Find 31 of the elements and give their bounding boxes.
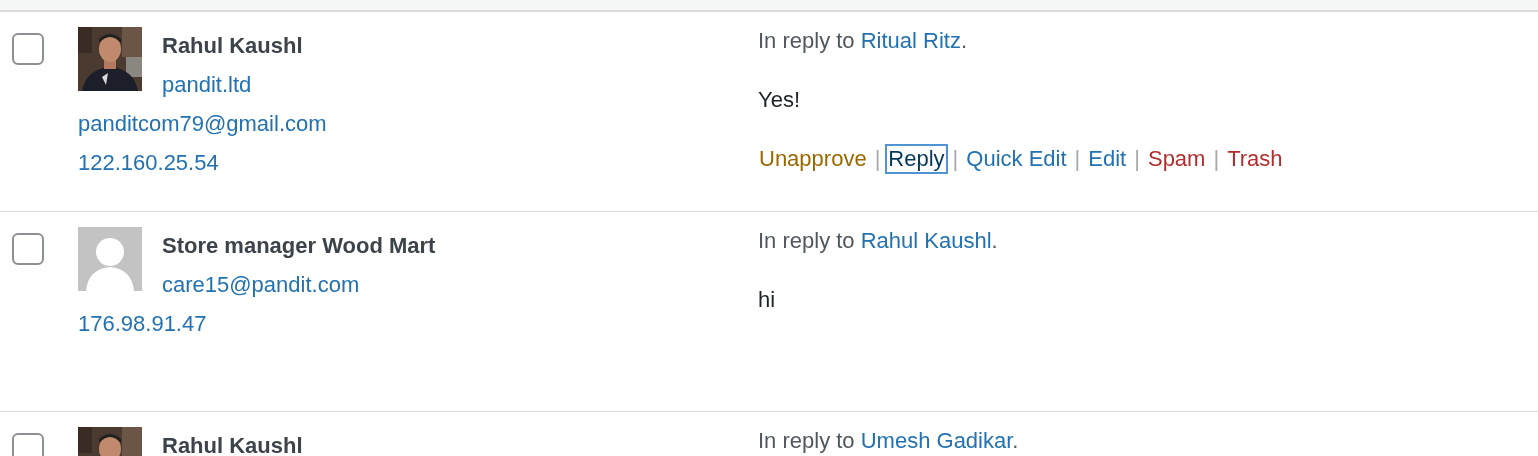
row-checkbox[interactable]: [12, 33, 44, 65]
author-detail-link[interactable]: care15@pandit.com: [162, 272, 360, 297]
row-action-link[interactable]: Quick Edit: [965, 145, 1068, 173]
author-detail-link[interactable]: pandit.ltd: [162, 72, 252, 97]
author-detail-link[interactable]: panditcom79@gmail.com: [78, 111, 327, 136]
avatar-icon: [78, 227, 142, 291]
parent-comment-link[interactable]: Ritual Ritz: [860, 28, 961, 53]
row-action-link[interactable]: Spam: [1146, 145, 1207, 173]
author-detail-link[interactable]: 176.98.91.47: [78, 311, 207, 336]
row-action-link[interactable]: Reply: [887, 145, 946, 173]
row-action-link[interactable]: Edit: [1087, 145, 1128, 173]
parent-comment-link[interactable]: Umesh Gadikar: [860, 428, 1013, 453]
separator: |: [874, 145, 881, 173]
comment-text: Yes!: [758, 87, 800, 114]
author-name: Store manager Wood Mart: [162, 232, 437, 260]
row-action-link[interactable]: Trash: [1226, 145, 1284, 173]
separator: |: [1134, 145, 1140, 173]
author-detail-link[interactable]: 122.160.25.54: [78, 150, 219, 175]
author-name: Rahul Kaushl: [162, 32, 304, 60]
parent-comment-link[interactable]: Rahul Kaushl: [860, 228, 992, 253]
author-name: Rahul Kaushl: [162, 432, 304, 456]
in-reply-to-text: In reply to Umesh Gadikar.: [758, 428, 1019, 455]
separator: |: [1213, 145, 1220, 173]
row-action-link[interactable]: Unapprove: [758, 145, 868, 173]
separator: |: [1074, 145, 1081, 173]
row-checkbox[interactable]: [12, 233, 44, 265]
row-checkbox[interactable]: [12, 433, 44, 456]
in-reply-to-text: In reply to Ritual Ritz.: [758, 28, 968, 55]
separator: |: [952, 145, 959, 173]
comment-text: hi: [758, 287, 776, 314]
in-reply-to-text: In reply to Rahul Kaushl.: [758, 228, 998, 255]
